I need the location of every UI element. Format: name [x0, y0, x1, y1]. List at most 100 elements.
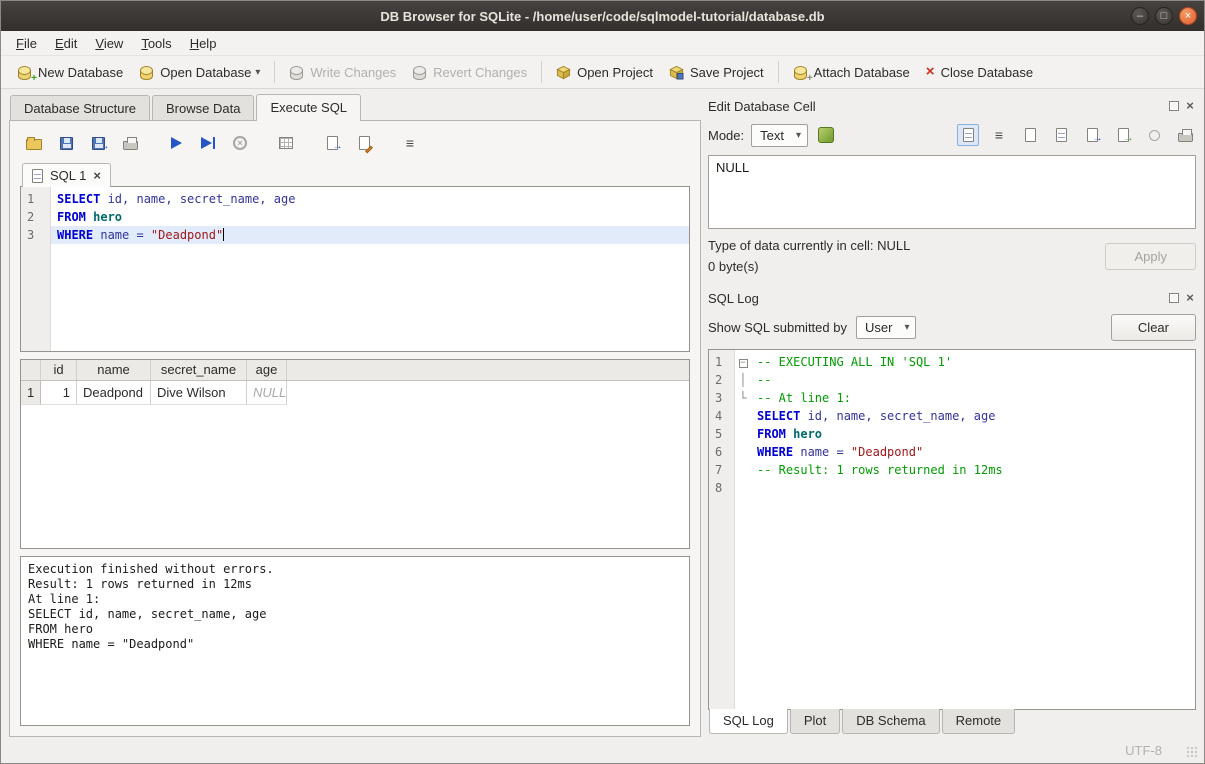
cell-editor[interactable]: NULL [708, 155, 1196, 229]
sql-editor[interactable]: 1 2 3 SELECT id, name, secret_name, age … [20, 186, 690, 352]
resize-grip[interactable] [1186, 746, 1198, 758]
print-icon [1178, 133, 1193, 142]
tab-execute-sql[interactable]: Execute SQL [256, 94, 361, 121]
log-line-2: -- [751, 371, 1195, 389]
copy-cell-button[interactable] [1019, 124, 1041, 146]
status-line: Execution finished without errors. [28, 562, 682, 577]
open-project-button[interactable]: Open Project [548, 61, 661, 84]
fold-corner-icon: └ [735, 389, 751, 407]
maximize-icon[interactable]: □ [1155, 7, 1173, 25]
write-changes-label: Write Changes [310, 65, 396, 80]
cell-type-text: Type of data currently in cell: NULL [708, 238, 1105, 253]
open-sql-file-button[interactable] [20, 130, 48, 156]
sql-log-float-icon[interactable] [1169, 293, 1179, 303]
column-header-age[interactable]: age [247, 360, 287, 380]
tab-db-schema[interactable]: DB Schema [842, 709, 939, 734]
edit-cell-float-icon[interactable] [1169, 101, 1179, 111]
toolbar-separator [541, 61, 542, 83]
row-number-cell[interactable]: 1 [21, 381, 41, 405]
export-results-button[interactable]: → [318, 130, 346, 156]
execute-all-button[interactable] [162, 130, 190, 156]
log-line-4: SELECT id, name, secret_name, age [751, 407, 1195, 425]
toolbar-separator [778, 61, 779, 83]
plus-badge-icon: + [31, 73, 37, 84]
editor-line-3[interactable]: WHERE name = "Deadpond" [51, 226, 689, 244]
cell-name[interactable]: Deadpond [77, 381, 151, 405]
edit-results-button[interactable] [350, 130, 378, 156]
encoding-indicator[interactable]: UTF-8 [1125, 743, 1162, 758]
tab-sql-log[interactable]: SQL Log [709, 709, 788, 734]
close-window-icon[interactable]: × [1179, 7, 1197, 25]
fold-gutter[interactable]: − │ └ [735, 350, 751, 709]
menu-file[interactable]: File [7, 33, 46, 54]
menu-edit[interactable]: Edit [46, 33, 86, 54]
status-line: At line 1: [28, 592, 682, 607]
open-project-label: Open Project [577, 65, 653, 80]
word-wrap-cell-button[interactable]: ≡ [988, 124, 1010, 146]
sql-editor-tab[interactable]: SQL 1 × [22, 163, 111, 187]
open-database-button[interactable]: Open Database ▾ [131, 61, 268, 84]
editor-tabbar: SQL 1 × [20, 159, 690, 186]
main-tabbar: Database Structure Browse Data Execute S… [9, 93, 701, 120]
clear-button[interactable]: Clear [1111, 314, 1196, 341]
open-database-dropdown-icon[interactable]: ▾ [255, 67, 260, 78]
tab-plot[interactable]: Plot [790, 709, 840, 734]
import-cell-button[interactable]: → [1081, 124, 1103, 146]
toolbar-separator [274, 61, 275, 83]
log-line-numbers: 1 2 3 4 5 6 7 8 [709, 350, 735, 709]
revert-changes-icon [412, 65, 427, 80]
tab-database-structure[interactable]: Database Structure [10, 95, 150, 120]
sql-log-title: SQL Log [708, 291, 1164, 306]
close-database-button[interactable]: × Close Database [918, 61, 1041, 84]
tab-browse-data[interactable]: Browse Data [152, 95, 254, 120]
paste-cell-button[interactable] [1050, 124, 1072, 146]
log-line-3: -- At line 1: [751, 389, 1195, 407]
editor-code[interactable]: SELECT id, name, secret_name, age FROM h… [51, 187, 689, 351]
minimize-icon[interactable]: – [1131, 7, 1149, 25]
sql-tab-close-icon[interactable]: × [93, 170, 101, 182]
menu-tools[interactable]: Tools [132, 33, 180, 54]
results-grid-button[interactable] [272, 130, 300, 156]
word-wrap-button[interactable]: ≡ [396, 130, 424, 156]
submitted-by-select[interactable]: User ▾ [856, 316, 916, 339]
cell-age[interactable]: NULL [247, 381, 287, 405]
set-null-button[interactable] [1143, 124, 1165, 146]
text-mode-button[interactable] [957, 124, 979, 146]
editor-line-1[interactable]: SELECT id, name, secret_name, age [51, 190, 689, 208]
cell-secret-name[interactable]: Dive Wilson [151, 381, 247, 405]
column-header-secret-name[interactable]: secret_name [151, 360, 247, 380]
print-sql-button[interactable] [116, 130, 144, 156]
word-wrap-icon: ≡ [995, 128, 1003, 142]
print-cell-button[interactable] [1174, 124, 1196, 146]
tab-remote[interactable]: Remote [942, 709, 1016, 734]
fold-minus-icon[interactable]: − [739, 359, 748, 368]
new-database-button[interactable]: + New Database [9, 61, 131, 84]
edit-external-button[interactable] [815, 124, 837, 146]
cell-id[interactable]: 1 [41, 381, 77, 405]
stop-icon: × [233, 136, 247, 150]
save-project-button[interactable]: Save Project [661, 61, 772, 84]
attach-database-button[interactable]: + Attach Database [785, 61, 918, 84]
column-header-name[interactable]: name [77, 360, 151, 380]
export-arrow-icon: → [1124, 133, 1134, 144]
sql-log-view[interactable]: 1 2 3 4 5 6 7 8 − │ └ -- EXECUTING ALL I… [708, 349, 1196, 710]
save-sql-file-button[interactable] [52, 130, 80, 156]
save-sql-as-button[interactable]: → [84, 130, 112, 156]
export-cell-button[interactable]: → [1112, 124, 1134, 146]
menu-help[interactable]: Help [181, 33, 226, 54]
titlebar: DB Browser for SQLite - /home/user/code/… [1, 1, 1204, 31]
edit-cell-header: Edit Database Cell × [708, 95, 1196, 117]
main-area: Database Structure Browse Data Execute S… [1, 89, 1204, 737]
edit-cell-close-icon[interactable]: × [1184, 100, 1196, 112]
sql-log-close-icon[interactable]: × [1184, 292, 1196, 304]
attach-badge-icon: + [807, 73, 813, 84]
log-code: -- EXECUTING ALL IN 'SQL 1' -- -- At lin… [751, 350, 1195, 709]
menu-view[interactable]: View [86, 33, 132, 54]
revert-changes-label: Revert Changes [433, 65, 527, 80]
execute-line-button[interactable] [194, 130, 222, 156]
editor-line-2[interactable]: FROM hero [51, 208, 689, 226]
mode-select[interactable]: Text ▾ [751, 124, 808, 147]
sql-tab-label: SQL 1 [50, 168, 86, 183]
column-header-id[interactable]: id [41, 360, 77, 380]
save-project-label: Save Project [690, 65, 764, 80]
